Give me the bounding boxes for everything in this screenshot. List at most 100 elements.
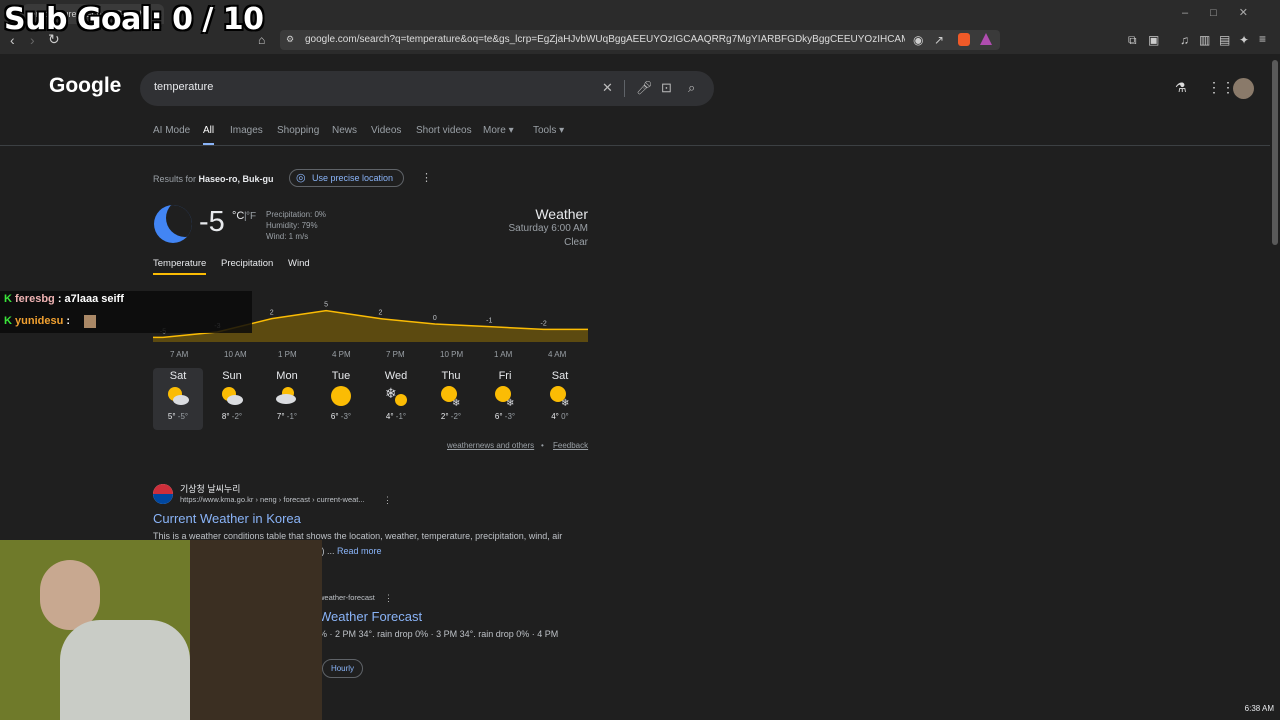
hour-label: 10 AM [224, 350, 247, 359]
kma-favicon [153, 484, 173, 504]
sidebar-icon[interactable]: ▥ [1199, 33, 1210, 47]
brave-shield-icon[interactable] [958, 33, 970, 46]
apps-icon[interactable]: ⋮⋮ [1207, 79, 1235, 96]
svg-text:❄: ❄ [452, 398, 460, 408]
day-low: -3° [504, 412, 516, 421]
weather-title: Weather [535, 206, 588, 222]
more-options-icon[interactable]: ⋮ [421, 171, 432, 184]
nav-tools[interactable]: Tools ▾ [533, 125, 564, 136]
mic-icon[interactable]: 🎤︎ [636, 80, 653, 96]
target-icon: ◎ [296, 172, 306, 184]
avatar[interactable] [1233, 78, 1254, 99]
hourly-chip[interactable]: Hourly [322, 659, 363, 678]
day-forecast[interactable]: Wed ❄ 4° -1° [371, 368, 421, 430]
nav-more-label: More [483, 125, 506, 136]
url-text[interactable]: google.com/search?q=temperature&oq=te&gs… [305, 34, 905, 45]
extensions-icon[interactable]: ⧉ [1128, 33, 1137, 48]
partly-cloudy-icon [207, 384, 257, 410]
results-location: Haseo-ro, Buk-gu [198, 174, 274, 184]
result-title[interactable]: Current Weather in Korea [153, 511, 301, 526]
day-forecast[interactable]: Fri ❄ 6° -3° [480, 368, 530, 430]
hour-label: 1 AM [494, 350, 513, 359]
menu-icon[interactable]: ≡ [1259, 32, 1266, 46]
music-icon[interactable]: ♫ [1180, 33, 1189, 47]
leo-icon[interactable]: ✦ [1239, 33, 1249, 47]
site-info-icon[interactable]: ⚙ [286, 34, 294, 45]
chart-value-label: 2 [379, 310, 383, 317]
day-low: -3° [340, 412, 352, 421]
current-temperature: -5 [199, 206, 225, 238]
day-temps: 2° -2° [426, 412, 476, 421]
result2-url[interactable]: weather-forecast [319, 593, 375, 602]
wallet2-icon[interactable]: ▤ [1219, 33, 1230, 47]
day-name: Thu [441, 370, 461, 382]
day-name: Sun [222, 370, 242, 382]
day-high: 4° [385, 412, 394, 421]
day-high: 7° [276, 412, 285, 421]
day-forecast[interactable]: Thu ❄ 2° -2° [426, 368, 476, 430]
result2-options-icon[interactable]: ⋮ [384, 593, 393, 604]
header-divider [0, 145, 1270, 146]
result-site-name[interactable]: 기상청 날씨누리 [180, 482, 240, 495]
google-logo[interactable]: Google [49, 74, 121, 98]
search-icon[interactable]: ⌕ [688, 80, 695, 96]
day-temps: 6° -3° [480, 412, 530, 421]
nav-shopping[interactable]: Shopping [277, 125, 319, 136]
wind-detail: Wind: 1 m/s [266, 232, 309, 241]
day-temps: 6° -3° [316, 412, 366, 421]
chart-value-label: -2 [541, 320, 547, 327]
result-site-url[interactable]: https://www.kma.go.kr › neng › forecast … [180, 495, 365, 504]
day-forecast[interactable]: Tue 6° -3° [316, 368, 366, 430]
day-temps: 8° -2° [207, 412, 257, 421]
unit-celsius[interactable]: °C [232, 210, 244, 222]
day-name: Mon [276, 370, 298, 382]
location-icon[interactable]: ◉ [913, 33, 923, 47]
clear-icon[interactable]: ✕ [602, 80, 613, 96]
tab-temperature[interactable]: Temperature [153, 258, 206, 269]
result-options-icon[interactable]: ⋮ [383, 495, 392, 506]
tab-precipitation[interactable]: Precipitation [221, 258, 273, 269]
search-input[interactable]: temperature [154, 81, 213, 93]
source-link[interactable]: weathernews and others [447, 441, 534, 450]
rewards-icon[interactable] [980, 33, 992, 45]
nav-ai-mode[interactable]: AI Mode [153, 125, 190, 136]
day-low: 0° [561, 412, 569, 421]
moon-icon [154, 205, 192, 243]
day-low: -1° [286, 412, 298, 421]
wallet-icon[interactable]: ▣ [1148, 33, 1159, 47]
labs-icon[interactable]: ⚗ [1175, 80, 1187, 96]
read-more-link[interactable]: Read more [337, 546, 382, 556]
kick-icon: K [4, 315, 12, 327]
window-controls[interactable]: –□✕ [1182, 6, 1270, 19]
chart-value-label: -1 [486, 318, 492, 325]
day-high: 8° [221, 412, 230, 421]
unit-fahrenheit[interactable]: °F [246, 211, 256, 222]
feedback-link[interactable]: Feedback [553, 441, 588, 450]
sun-snow-icon: ❄ [535, 384, 585, 410]
share-icon[interactable]: ↗ [934, 33, 944, 47]
day-forecast[interactable]: Sat ❄ 4° 0° [535, 368, 585, 430]
emote-icon [84, 315, 96, 328]
nav-videos[interactable]: Videos [371, 125, 401, 136]
day-name: Wed [384, 370, 408, 382]
page-scrollbar[interactable] [1272, 60, 1278, 245]
result-snippet-2: C) ... Read more [315, 546, 382, 556]
search-box[interactable] [140, 71, 714, 106]
lens-icon[interactable]: ⊡ [661, 80, 672, 96]
nav-news[interactable]: News [332, 125, 357, 136]
nav-all[interactable]: All [203, 125, 214, 136]
day-forecast[interactable]: Sun 8° -2° [207, 368, 257, 430]
webcam-room [190, 540, 322, 720]
use-precise-location-button[interactable]: Use precise location [289, 169, 404, 187]
day-high: 6° [494, 412, 503, 421]
nav-more[interactable]: More ▾ [483, 125, 514, 136]
day-name: Sat [169, 370, 187, 382]
result2-title[interactable]: Weather Forecast [319, 609, 422, 624]
day-forecast[interactable]: Sat 5° -5° [153, 368, 203, 430]
nav-short-videos[interactable]: Short videos [416, 125, 472, 136]
day-forecast[interactable]: Mon 7° -1° [262, 368, 312, 430]
sunny-icon [316, 384, 366, 410]
tab-wind[interactable]: Wind [288, 258, 310, 269]
nav-images[interactable]: Images [230, 125, 263, 136]
svg-text:❄: ❄ [506, 398, 514, 408]
